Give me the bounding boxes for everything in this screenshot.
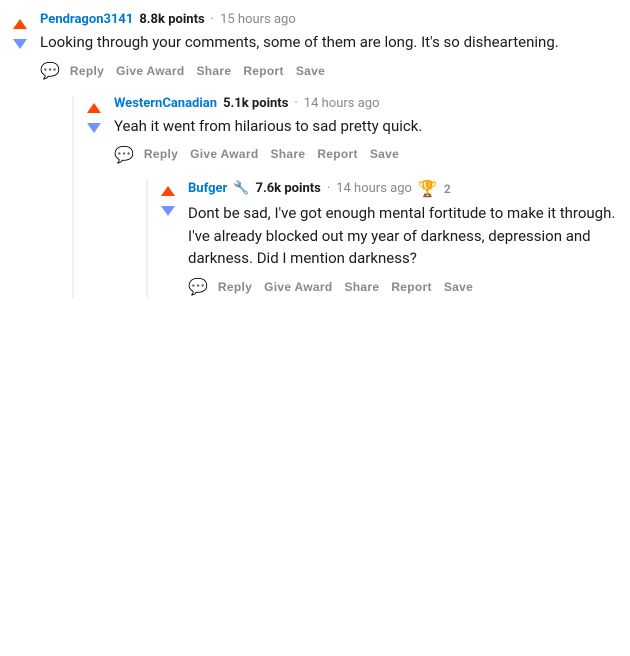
comment-body: WesternCanadian 5.1k points · 14 hours a… [114,96,622,298]
upvote-arrow-icon [161,186,175,196]
vote-column [8,12,32,298]
action-bar: 💬 Reply Give Award Share Report Save [40,60,622,82]
nested-comments: WesternCanadian 5.1k points · 14 hours a… [72,96,622,298]
username-link[interactable]: WesternCanadian [114,96,217,111]
report-button[interactable]: Report [313,143,361,165]
report-button[interactable]: Report [387,276,435,298]
give-award-button[interactable]: Give Award [112,60,188,82]
share-button[interactable]: Share [192,60,235,82]
downvote-arrow-icon [87,123,101,133]
points-label: 7.6k points [255,181,320,196]
comment-text: Yeah it went from hilarious to sad prett… [114,115,622,138]
username-link[interactable]: Pendragon3141 [40,12,133,27]
comment-item: WesternCanadian 5.1k points · 14 hours a… [82,96,622,298]
separator-dot: · [327,181,330,196]
upvote-button[interactable] [10,14,30,34]
upvote-button[interactable] [84,98,104,118]
username-link[interactable]: Bufger [188,181,227,196]
points-label: 8.8k points [139,12,204,27]
comment-body: Bufger 🔧 7.6k points · 14 hours ago 🏆 2 … [188,179,622,298]
vote-column [82,96,106,298]
reply-button[interactable]: Reply [66,60,108,82]
comment-body: Pendragon3141 8.8k points · 15 hours ago… [40,12,622,298]
chat-icon: 💬 [114,145,134,164]
action-bar: 💬 Reply Give Award Share Report Save [188,276,622,298]
share-button[interactable]: Share [340,276,383,298]
save-button[interactable]: Save [292,60,329,82]
comment-item: Bufger 🔧 7.6k points · 14 hours ago 🏆 2 … [156,179,622,298]
chat-icon: 💬 [188,277,208,296]
timestamp-label: 14 hours ago [336,181,412,196]
wrench-icon: 🔧 [233,181,249,196]
save-button[interactable]: Save [366,143,403,165]
comment-text: Looking through your comments, some of t… [40,31,622,54]
separator-dot: · [294,96,297,111]
report-button[interactable]: Report [239,60,287,82]
downvote-button[interactable] [158,201,178,221]
give-award-button[interactable]: Give Award [186,143,262,165]
vote-column [156,179,180,298]
timestamp-label: 15 hours ago [220,12,296,27]
upvote-arrow-icon [13,19,27,29]
downvote-button[interactable] [84,118,104,138]
action-bar: 💬 Reply Give Award Share Report Save [114,143,622,165]
reply-button[interactable]: Reply [140,143,182,165]
give-award-button[interactable]: Give Award [260,276,336,298]
save-button[interactable]: Save [440,276,477,298]
comment-header: Bufger 🔧 7.6k points · 14 hours ago 🏆 2 [188,179,622,198]
comment-thread: Pendragon3141 8.8k points · 15 hours ago… [0,12,630,298]
downvote-button[interactable] [10,34,30,54]
downvote-arrow-icon [13,39,27,49]
timestamp-label: 14 hours ago [304,96,380,111]
comment-item: Pendragon3141 8.8k points · 15 hours ago… [8,12,622,298]
award-trophy-icon: 🏆 [418,179,438,198]
award-count-label: 2 [444,182,451,196]
points-label: 5.1k points [223,96,288,111]
upvote-button[interactable] [158,181,178,201]
share-button[interactable]: Share [266,143,309,165]
upvote-arrow-icon [87,103,101,113]
reply-button[interactable]: Reply [214,276,256,298]
separator-dot: · [211,12,214,27]
downvote-arrow-icon [161,206,175,216]
nested-comments: Bufger 🔧 7.6k points · 14 hours ago 🏆 2 … [146,179,622,298]
chat-icon: 💬 [40,61,60,80]
comment-header: WesternCanadian 5.1k points · 14 hours a… [114,96,622,111]
comment-text: Dont be sad, I've got enough mental fort… [188,202,622,270]
comment-header: Pendragon3141 8.8k points · 15 hours ago [40,12,622,27]
